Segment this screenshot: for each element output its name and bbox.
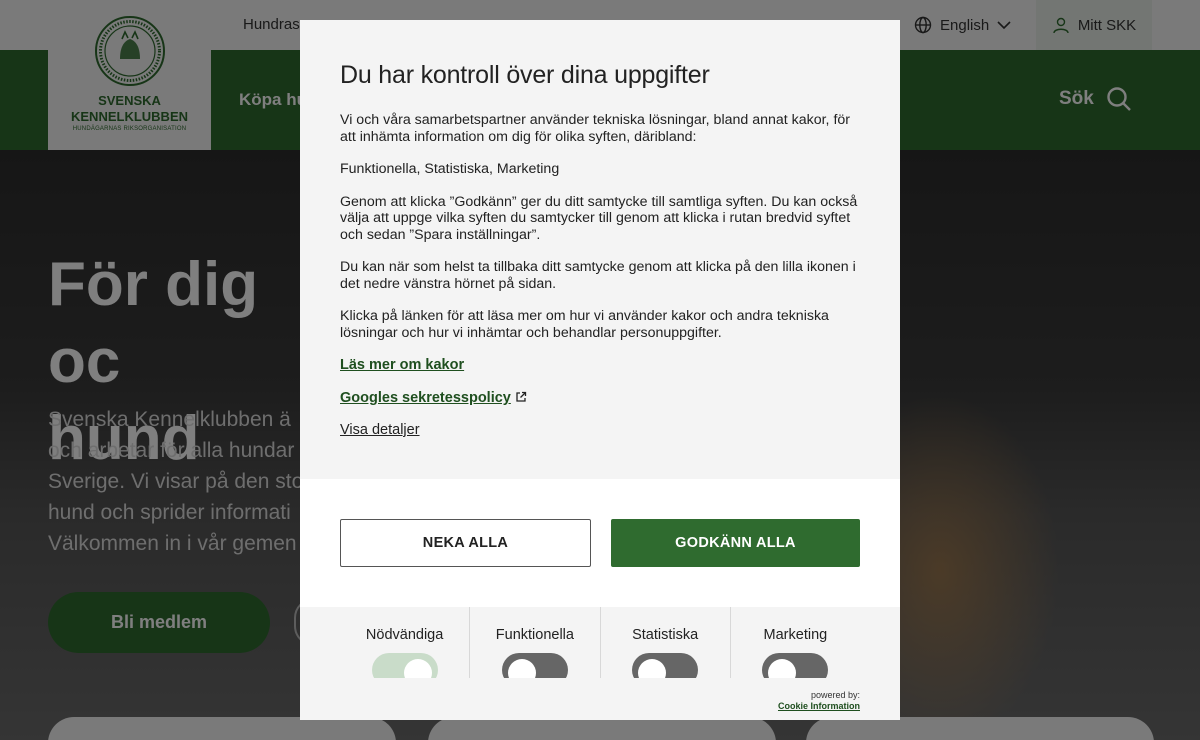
- dialog-button-area: NEKA ALLA GODKÄNN ALLA: [300, 479, 900, 607]
- link-read-more-cookies[interactable]: Läs mer om kakor: [340, 357, 464, 373]
- powered-by: powered by: Cookie Information: [778, 690, 860, 712]
- toggle-label: Funktionella: [495, 627, 574, 643]
- cookie-consent-dialog: Du har kontroll över dina uppgifter Vi o…: [300, 20, 900, 720]
- toggle-label: Nödvändiga: [365, 627, 444, 643]
- dialog-paragraph: Klicka på länken för att läsa mer om hur…: [340, 308, 829, 341]
- link-google-privacy-label: Googles sekretesspolicy: [340, 390, 511, 406]
- dialog-title: Du har kontroll över dina uppgifter: [340, 61, 710, 89]
- toggle-label: Statistiska: [632, 627, 699, 643]
- link-google-privacy[interactable]: Googles sekretesspolicy: [340, 390, 527, 406]
- dialog-body: Vi och våra samarbetspartner använder te…: [340, 112, 860, 357]
- accept-all-button[interactable]: GODKÄNN ALLA: [611, 519, 860, 567]
- dialog-paragraph: Genom att klicka ”Godkänn” ger du ditt s…: [340, 193, 858, 243]
- dialog-paragraph: Vi och våra samarbetspartner använder te…: [340, 112, 851, 145]
- powered-by-label: powered by:: [810, 690, 860, 700]
- deny-all-button[interactable]: NEKA ALLA: [340, 519, 591, 567]
- dialog-paragraph: Funktionella, Statistiska, Marketing: [340, 161, 560, 177]
- external-link-icon: [516, 391, 527, 402]
- cookie-information-link[interactable]: Cookie Information: [778, 701, 860, 712]
- toggle-label: Marketing: [763, 627, 828, 643]
- dialog-paragraph: Du kan när som helst ta tillbaka ditt sa…: [340, 259, 856, 292]
- link-show-details[interactable]: Visa detaljer: [340, 422, 420, 438]
